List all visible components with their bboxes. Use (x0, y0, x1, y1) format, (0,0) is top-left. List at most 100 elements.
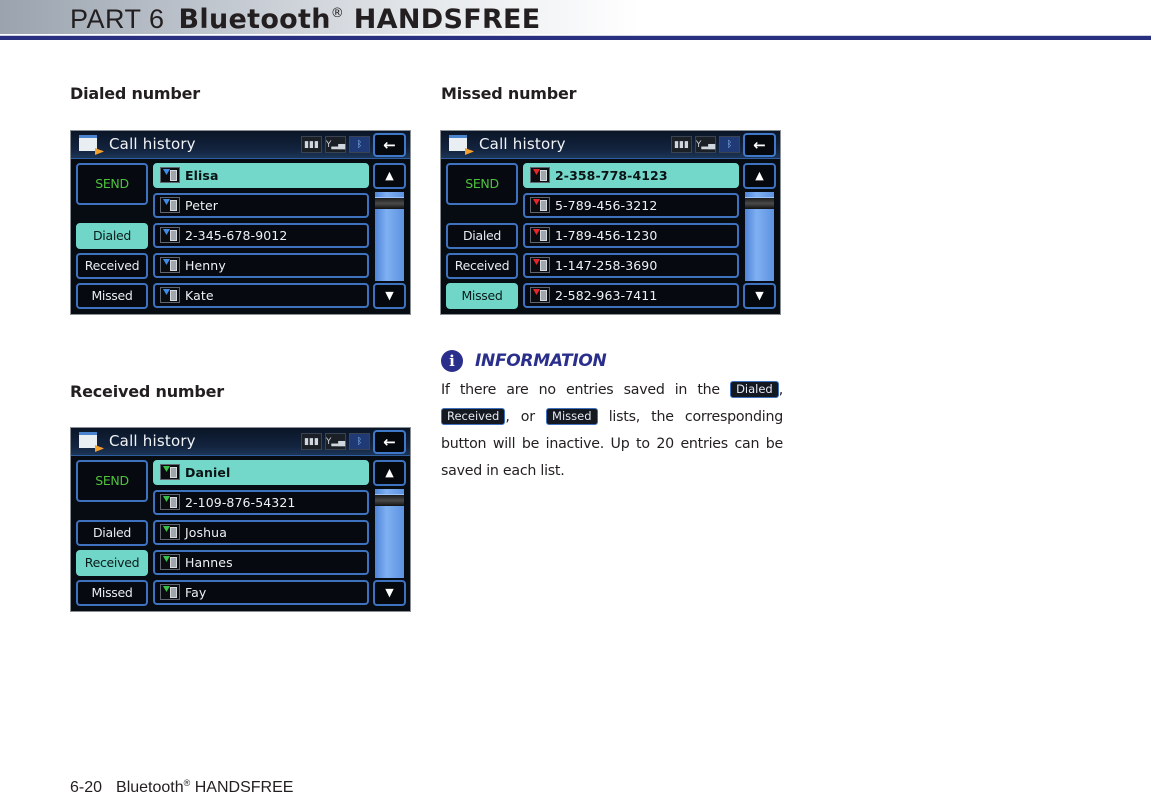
title-bar: ← Call history ▮▮▮ Y▂▄ ᛒ ← (441, 131, 780, 159)
call-entry-label: Fay (185, 585, 207, 600)
header-rule (0, 35, 1151, 40)
call-entry[interactable]: 2-358-778-4123 (523, 163, 739, 188)
registered-mark: ® (330, 6, 345, 21)
missed-button[interactable]: Missed (76, 580, 148, 606)
call-entry-label: 2-345-678-9012 (185, 228, 288, 243)
incoming-arrow-icon: ← (94, 146, 103, 157)
signal-icon: Y▂▄ (695, 136, 716, 153)
back-button[interactable]: ← (743, 133, 776, 157)
footer-chapter-rest: HANDSFREE (190, 779, 294, 793)
missed-call-icon (530, 257, 550, 273)
send-button[interactable]: SEND (76, 460, 148, 502)
battery-icon: ▮▮▮ (301, 136, 322, 153)
incoming-arrow-icon: ← (464, 146, 473, 157)
chapter-title: PART 6 Bluetooth® HANDSFREE (70, 0, 541, 35)
call-entry[interactable]: 1-147-258-3690 (523, 253, 739, 278)
info-text-3: , or (505, 409, 547, 425)
call-entry[interactable]: Henny (153, 253, 369, 278)
received-chip: Received (441, 408, 506, 425)
back-button[interactable]: ← (373, 133, 406, 157)
scrollbar-thumb[interactable] (375, 494, 404, 506)
status-icons: ▮▮▮ Y▂▄ ᛒ (301, 136, 370, 154)
bluetooth-icon: ᛒ (349, 136, 370, 153)
scrollbar-track[interactable] (375, 192, 404, 281)
call-entry-label: 2-358-778-4123 (555, 168, 668, 183)
call-entry[interactable]: Daniel (153, 460, 369, 485)
call-entry-label: Hannes (185, 555, 233, 570)
call-entry-label: Kate (185, 288, 214, 303)
call-history-app-icon: ← (449, 135, 473, 157)
missed-button[interactable]: Missed (76, 283, 148, 309)
received-button[interactable]: Received (446, 253, 518, 279)
call-entry[interactable]: 2-109-876-54321 (153, 490, 369, 515)
information-body: If there are no entries saved in the Dia… (441, 377, 783, 485)
call-entry[interactable]: 2-345-678-9012 (153, 223, 369, 248)
received-call-icon (160, 524, 180, 540)
page-number: 6-20 (70, 779, 103, 793)
missed-call-icon (530, 227, 550, 243)
call-history-screen-dialed: ← Call history ▮▮▮ Y▂▄ ᛒ ← SEND Dialed Received M… (70, 130, 411, 315)
call-entry[interactable]: 5-789-456-3212 (523, 193, 739, 218)
received-call-icon (160, 464, 180, 480)
page-header: PART 6 Bluetooth® HANDSFREE (0, 0, 1151, 42)
battery-icon: ▮▮▮ (301, 433, 322, 450)
scrollbar-track[interactable] (745, 192, 774, 281)
screen-title: Call history (109, 432, 196, 450)
call-entry-label: 2-109-876-54321 (185, 495, 296, 510)
incoming-arrow-icon: ← (94, 443, 103, 454)
call-entry-label: Elisa (185, 168, 219, 183)
bluetooth-icon: ᛒ (719, 136, 740, 153)
call-entry[interactable]: Joshua (153, 520, 369, 545)
footer-chapter: Bluetooth (116, 779, 184, 793)
call-entry[interactable]: Hannes (153, 550, 369, 575)
dialed-button[interactable]: Dialed (446, 223, 518, 249)
scroll-up-button[interactable]: ▲ (373, 460, 406, 486)
information-header: i INFORMATION (441, 349, 783, 373)
call-entry[interactable]: Peter (153, 193, 369, 218)
scroll-down-button[interactable]: ▼ (373, 283, 406, 309)
scroll-up-button[interactable]: ▲ (743, 163, 776, 189)
dialed-call-icon (160, 257, 180, 273)
send-button[interactable]: SEND (76, 163, 148, 205)
received-button[interactable]: Received (76, 253, 148, 279)
info-text-2: , (778, 382, 784, 398)
call-entry[interactable]: 2-582-963-7411 (523, 283, 739, 308)
scrollbar-track[interactable] (375, 489, 404, 578)
title-bar: ← Call history ▮▮▮ Y▂▄ ᛒ ← (71, 428, 410, 456)
call-entry-label: Joshua (185, 525, 227, 540)
missed-chip: Missed (546, 408, 598, 425)
call-entry[interactable]: 1-789-456-1230 (523, 223, 739, 248)
scrollbar-thumb[interactable] (745, 197, 774, 209)
scroll-down-button[interactable]: ▼ (743, 283, 776, 309)
scroll-down-button[interactable]: ▼ (373, 580, 406, 606)
received-button[interactable]: Received (76, 550, 148, 576)
received-call-icon (160, 584, 180, 600)
screen-title: Call history (109, 135, 196, 153)
missed-call-icon (530, 167, 550, 183)
missed-button[interactable]: Missed (446, 283, 518, 309)
scroll-up-button[interactable]: ▲ (373, 163, 406, 189)
signal-icon: Y▂▄ (325, 136, 346, 153)
call-entry-label: 1-147-258-3690 (555, 258, 658, 273)
section-heading-dialed: Dialed number (70, 84, 200, 103)
call-entry-label: Daniel (185, 465, 231, 480)
section-heading-missed: Missed number (441, 84, 577, 103)
call-entry[interactable]: Fay (153, 580, 369, 605)
back-button[interactable]: ← (373, 430, 406, 454)
call-entry[interactable]: Kate (153, 283, 369, 308)
dialed-chip: Dialed (730, 381, 779, 398)
received-call-icon (160, 554, 180, 570)
information-note: i INFORMATION If there are no entries sa… (441, 349, 783, 485)
title-bar: ← Call history ▮▮▮ Y▂▄ ᛒ ← (71, 131, 410, 159)
scrollbar-thumb[interactable] (375, 197, 404, 209)
info-text-1: If there are no entries saved in the (441, 382, 731, 398)
missed-call-icon (530, 197, 550, 213)
call-entry[interactable]: Elisa (153, 163, 369, 188)
missed-call-icon (530, 287, 550, 303)
dialed-call-icon (160, 287, 180, 303)
send-button[interactable]: SEND (446, 163, 518, 205)
dialed-button[interactable]: Dialed (76, 223, 148, 249)
battery-icon: ▮▮▮ (671, 136, 692, 153)
status-icons: ▮▮▮ Y▂▄ ᛒ (671, 136, 740, 154)
dialed-button[interactable]: Dialed (76, 520, 148, 546)
